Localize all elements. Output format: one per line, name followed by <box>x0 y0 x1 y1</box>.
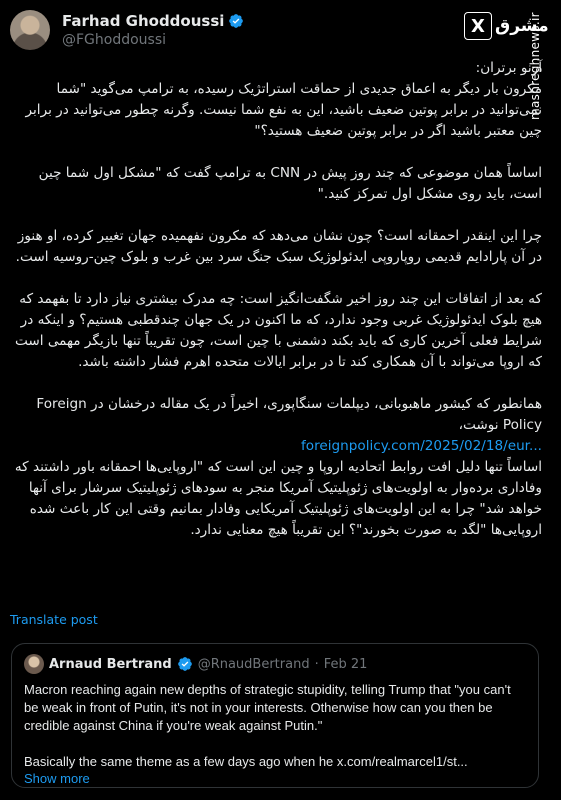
quoted-paragraph: Basically the same theme as a few days a… <box>24 754 468 769</box>
verified-badge-icon <box>228 13 244 29</box>
quoted-author-avatar <box>24 654 44 674</box>
quoted-author-name: Arnaud Bertrand <box>49 656 172 672</box>
quoted-tweet-header: Arnaud Bertrand @RnaudBertrand · Feb 21 <box>24 654 526 674</box>
article-link[interactable]: foreignpolicy.com/2025/02/18/eur... <box>10 436 542 457</box>
quoted-date: Feb 21 <box>323 656 368 672</box>
author-avatar[interactable] <box>10 10 50 50</box>
verified-badge-icon <box>177 656 193 672</box>
tweet-paragraph: که بعد از اتفاقات این چند روز اخیر شگفت‌… <box>15 291 542 370</box>
tweet-paragraph: چرا این اینقدر احمقانه است؟ چون نشان می‌… <box>15 228 542 265</box>
show-more-link[interactable]: Show more <box>24 771 526 786</box>
tweet-paragraph: مکرون بار دیگر به اعماق جدیدی از حماقت ا… <box>25 81 542 139</box>
tweet-header: Farhad Ghoddoussi @FGhoddoussi <box>10 10 510 50</box>
tweet-paragraph: اساساً همان موضوعی که چند روز پیش در CNN… <box>38 165 542 202</box>
tweet-paragraph: اساساً تنها دلیل افت روابط اتحادیه اروپا… <box>14 459 542 538</box>
author-name-row: Farhad Ghoddoussi <box>62 12 244 30</box>
x-logo: X <box>464 12 492 40</box>
author-display-name[interactable]: Farhad Ghoddoussi <box>62 12 224 30</box>
tweet-paragraph: آرنو برتران: <box>475 60 542 76</box>
quoted-tweet-text: Macron reaching again new depths of stra… <box>24 681 526 771</box>
tweet-text: آرنو برتران: مکرون بار دیگر به اعماق جدی… <box>10 58 542 541</box>
quoted-author-handle: @RnaudBertrand <box>197 656 310 672</box>
quoted-separator: · <box>314 656 319 672</box>
mashregh-logo: مشرق <box>495 16 549 36</box>
author-handle[interactable]: @FGhoddoussi <box>62 32 166 48</box>
quoted-tweet[interactable]: Arnaud Bertrand @RnaudBertrand · Feb 21 … <box>11 643 539 788</box>
quoted-paragraph: Macron reaching again new depths of stra… <box>24 682 511 733</box>
translate-post-button[interactable]: Translate post <box>10 612 98 627</box>
tweet-paragraph: همانطور که کیشور ماهبوبانی، دیپلمات سنگا… <box>36 396 542 433</box>
